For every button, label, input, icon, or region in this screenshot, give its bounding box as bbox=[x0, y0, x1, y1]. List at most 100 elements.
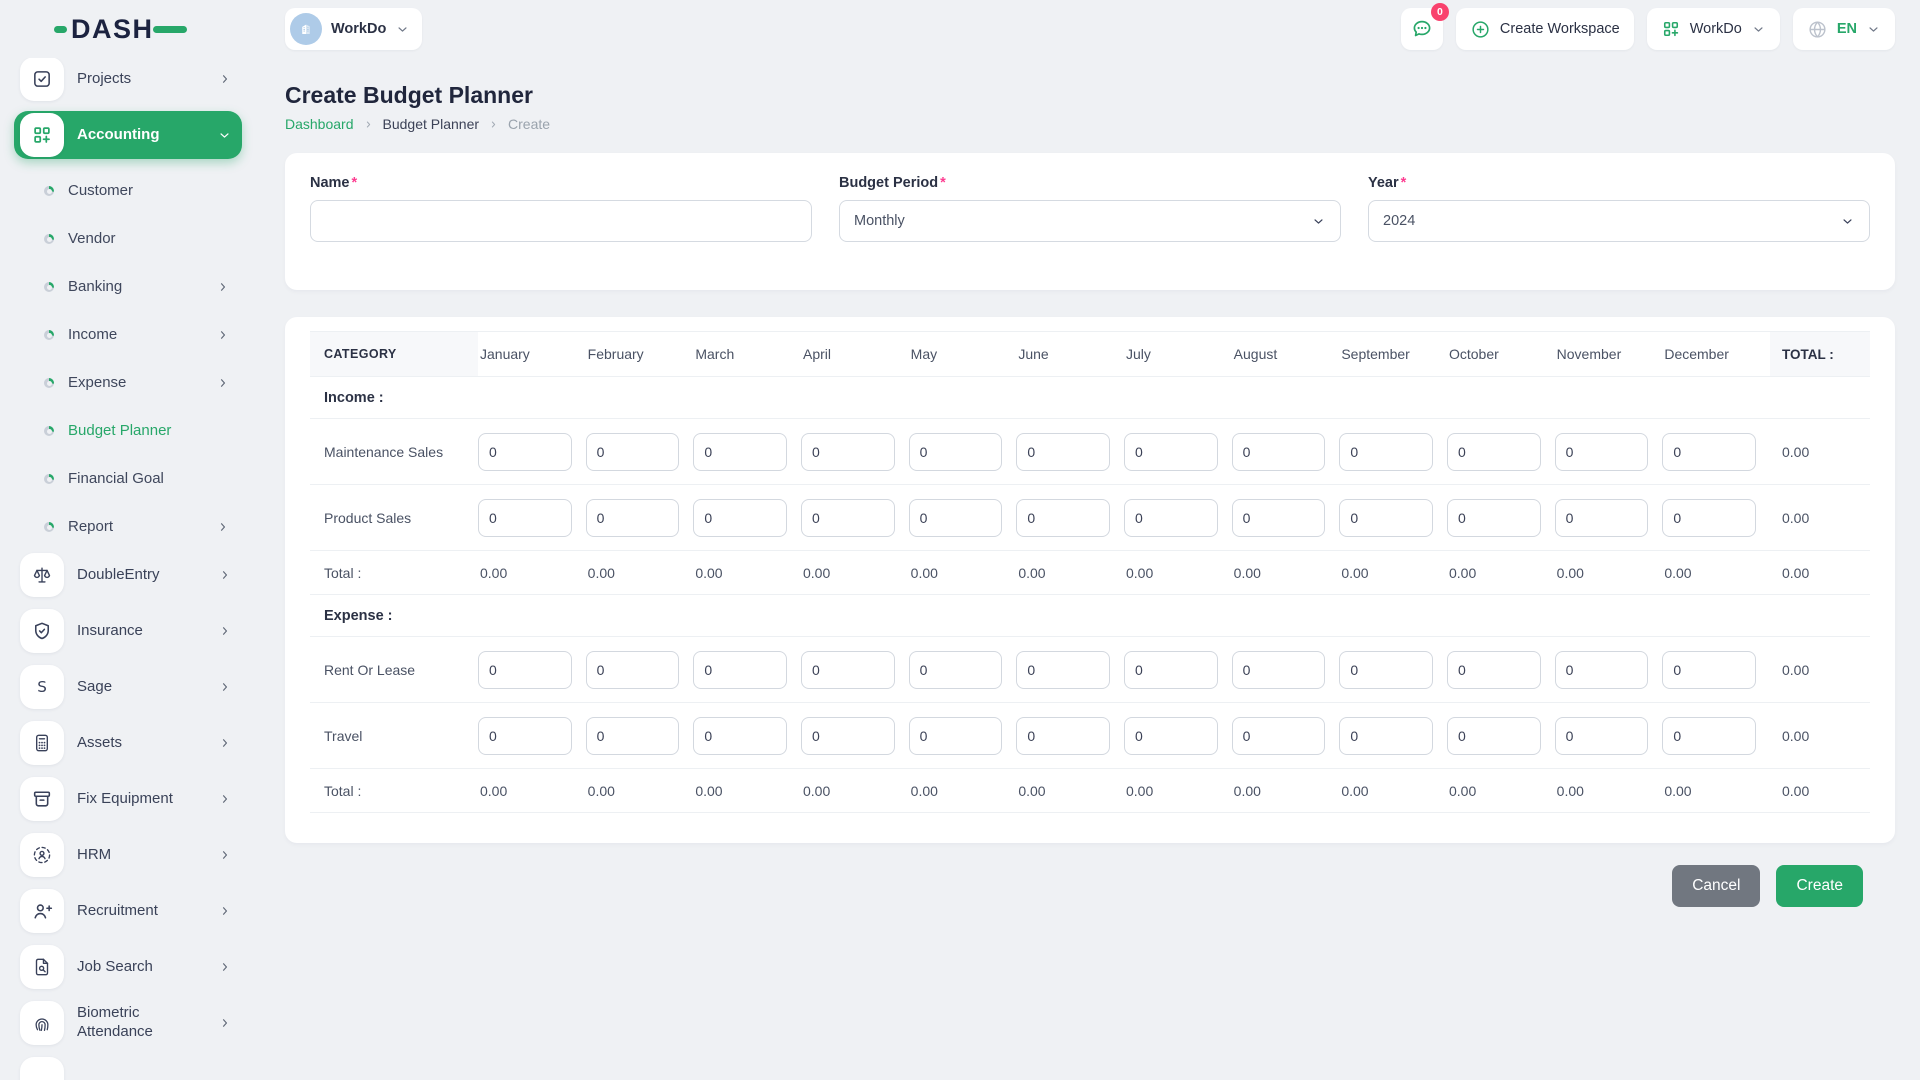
sidebar-item-accounting[interactable]: Accounting bbox=[14, 111, 242, 159]
budget-amount-input[interactable] bbox=[800, 432, 895, 471]
chevron-right-icon bbox=[218, 624, 232, 638]
budget-amount-input[interactable] bbox=[1016, 498, 1110, 537]
month-total-value: 0.00 bbox=[1556, 782, 1584, 799]
budget-amount-input[interactable] bbox=[1554, 498, 1649, 537]
budget-amount-input[interactable] bbox=[1231, 498, 1326, 537]
sidebar-item-biometric-attendance[interactable]: Biometric Attendance bbox=[14, 999, 242, 1047]
budget-amount-input[interactable] bbox=[1339, 498, 1433, 537]
budget-amount-input[interactable] bbox=[1016, 716, 1110, 755]
budget-amount-input[interactable] bbox=[1446, 498, 1541, 537]
sidebar-item-recruitment[interactable]: Recruitment bbox=[14, 887, 242, 935]
sidebar-item-assets[interactable]: Assets bbox=[14, 719, 242, 767]
budget-amount-input[interactable] bbox=[1123, 650, 1218, 689]
budget-amount-input[interactable] bbox=[908, 716, 1003, 755]
budget-amount-input[interactable] bbox=[1446, 716, 1541, 755]
workspace-selector[interactable]: WorkDo bbox=[285, 8, 423, 50]
budget-amount-input[interactable] bbox=[478, 498, 572, 537]
budget-amount-input[interactable] bbox=[908, 650, 1003, 689]
messages-button[interactable]: 0 bbox=[1400, 3, 1449, 50]
workdo-menu-button[interactable]: WorkDo bbox=[1646, 8, 1780, 50]
budget-amount-input[interactable] bbox=[800, 716, 895, 755]
sidebar-item-hrm[interactable]: HRM bbox=[14, 831, 242, 879]
budget-amount-input[interactable] bbox=[1554, 432, 1649, 471]
budget-amount-input[interactable] bbox=[693, 716, 787, 755]
cancel-button[interactable]: Cancel bbox=[1672, 865, 1761, 907]
month-total-value: 0.00 bbox=[480, 782, 508, 799]
budget-table: CATEGORY January February March April May June… bbox=[310, 331, 1870, 813]
budget-amount-input[interactable] bbox=[1339, 650, 1433, 689]
budget-amount-input[interactable] bbox=[1016, 650, 1110, 689]
language-label: EN bbox=[1836, 21, 1857, 37]
sidebar-item-sage[interactable]: S Sage bbox=[14, 663, 242, 711]
year-select[interactable]: 2024 bbox=[1368, 200, 1870, 242]
budget-amount-input[interactable] bbox=[1662, 716, 1756, 755]
budget-amount-input[interactable] bbox=[1662, 432, 1756, 471]
sidebar-item-income[interactable]: Income bbox=[14, 311, 242, 359]
bullet-icon bbox=[44, 234, 54, 244]
sidebar-item-fix-equipment[interactable]: Fix Equipment bbox=[14, 775, 242, 823]
section-total-row: Total : 0.00 0.00 0.00 0.00 0.00 0.00 0.00 0.00 0… bbox=[310, 769, 1870, 813]
language-selector[interactable]: EN bbox=[1792, 8, 1895, 50]
month-total-value: 0.00 bbox=[1018, 782, 1046, 799]
name-input[interactable] bbox=[310, 200, 812, 242]
sidebar-item-financial-goal[interactable]: Financial Goal bbox=[14, 455, 242, 503]
budget-amount-input[interactable] bbox=[585, 432, 680, 471]
budget-row-maintenance-sales: Maintenance Sales 0.00 bbox=[310, 419, 1870, 485]
sidebar-item-doubleentry[interactable]: DoubleEntry bbox=[14, 551, 242, 599]
budget-amount-input[interactable] bbox=[1231, 716, 1326, 755]
sidebar-item-vendor[interactable]: Vendor bbox=[14, 215, 242, 263]
create-button[interactable]: Create bbox=[1776, 865, 1863, 907]
month-cell bbox=[800, 716, 909, 755]
month-header: March bbox=[695, 346, 735, 362]
budget-amount-input[interactable] bbox=[1339, 716, 1433, 755]
breadcrumb-budget-planner[interactable]: Budget Planner bbox=[383, 116, 480, 132]
breadcrumb-dashboard[interactable]: Dashboard bbox=[285, 116, 354, 132]
budget-amount-input[interactable] bbox=[1016, 432, 1110, 471]
create-workspace-button[interactable]: Create Workspace bbox=[1455, 8, 1634, 50]
budget-amount-input[interactable] bbox=[478, 716, 572, 755]
sidebar-item-expense[interactable]: Expense bbox=[14, 359, 242, 407]
budget-period-select[interactable]: Monthly bbox=[839, 200, 1341, 242]
budget-amount-input[interactable] bbox=[478, 432, 572, 471]
sidebar-item-job-search[interactable]: Job Search bbox=[14, 943, 242, 991]
budget-amount-input[interactable] bbox=[1554, 650, 1649, 689]
budget-amount-input[interactable] bbox=[1123, 432, 1218, 471]
budget-amount-input[interactable] bbox=[1446, 650, 1541, 689]
budget-amount-input[interactable] bbox=[585, 716, 680, 755]
chevron-right-icon bbox=[218, 72, 232, 86]
year-value: 2024 bbox=[1383, 213, 1416, 229]
budget-table-card: CATEGORY January February March April May June… bbox=[285, 317, 1895, 843]
budget-amount-input[interactable] bbox=[585, 650, 680, 689]
sidebar-item-budget-planner[interactable]: Budget Planner bbox=[14, 407, 242, 455]
budget-amount-input[interactable] bbox=[1662, 498, 1756, 537]
budget-amount-input[interactable] bbox=[800, 650, 895, 689]
month-cell bbox=[1662, 498, 1770, 537]
month-header: April bbox=[802, 346, 831, 362]
sidebar-item-projects[interactable]: Projects bbox=[14, 58, 242, 103]
budget-amount-input[interactable] bbox=[1231, 432, 1326, 471]
budget-amount-input[interactable] bbox=[1662, 650, 1756, 689]
budget-amount-input[interactable] bbox=[585, 498, 680, 537]
budget-amount-input[interactable] bbox=[800, 498, 895, 537]
sidebar-item-banking[interactable]: Banking bbox=[14, 263, 242, 311]
sidebar-item-label: Banking bbox=[68, 277, 123, 295]
sidebar-item-insurance[interactable]: Insurance bbox=[14, 607, 242, 655]
budget-amount-input[interactable] bbox=[693, 432, 787, 471]
budget-amount-input[interactable] bbox=[1123, 498, 1218, 537]
budget-amount-input[interactable] bbox=[478, 650, 572, 689]
month-cell bbox=[1446, 716, 1555, 755]
budget-amount-input[interactable] bbox=[693, 650, 787, 689]
logo-dash-accent bbox=[54, 25, 67, 33]
budget-amount-input[interactable] bbox=[1123, 716, 1218, 755]
sidebar-item-report[interactable]: Report bbox=[14, 503, 242, 551]
sidebar-item-customer[interactable]: Customer bbox=[14, 167, 242, 215]
dash-logo[interactable]: DASH bbox=[54, 15, 187, 43]
budget-amount-input[interactable] bbox=[1339, 432, 1433, 471]
budget-amount-input[interactable] bbox=[1446, 432, 1541, 471]
budget-amount-input[interactable] bbox=[908, 498, 1003, 537]
budget-amount-input[interactable] bbox=[1231, 650, 1326, 689]
section-label-text: Expense : bbox=[324, 607, 393, 624]
budget-amount-input[interactable] bbox=[1554, 716, 1649, 755]
budget-amount-input[interactable] bbox=[908, 432, 1003, 471]
budget-amount-input[interactable] bbox=[693, 498, 787, 537]
